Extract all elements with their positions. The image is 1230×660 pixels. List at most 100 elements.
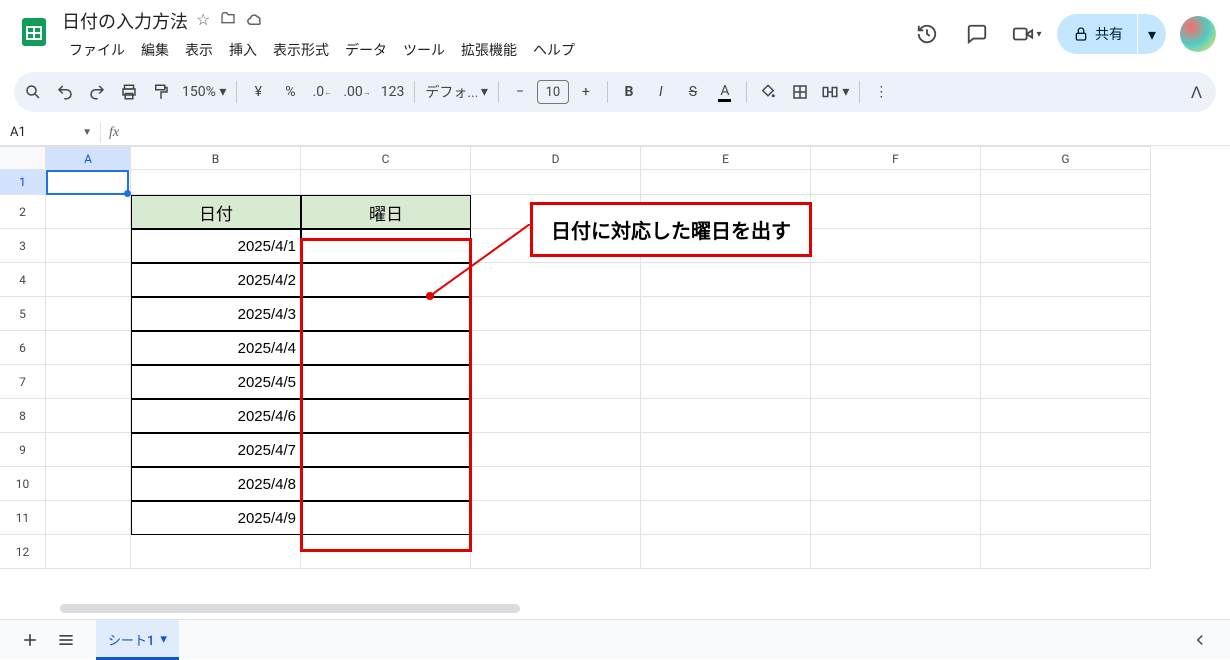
col-header-F[interactable]: F [811, 146, 981, 170]
cell[interactable] [981, 535, 1151, 569]
all-sheets-button[interactable] [48, 622, 84, 658]
cell[interactable] [981, 467, 1151, 501]
col-header-G[interactable]: G [981, 146, 1151, 170]
cell[interactable]: 2025/4/9 [131, 501, 301, 535]
cell[interactable] [46, 229, 131, 263]
cell[interactable]: 2025/4/4 [131, 331, 301, 365]
cell[interactable] [811, 467, 981, 501]
decrease-decimal-button[interactable]: .0← [307, 77, 337, 107]
row-header[interactable]: 2 [0, 195, 46, 229]
cell[interactable] [641, 263, 811, 297]
zoom-dropdown[interactable]: 150% ▾ [178, 77, 230, 107]
star-icon[interactable]: ☆ [196, 10, 210, 32]
cell[interactable] [981, 433, 1151, 467]
cell[interactable] [981, 229, 1151, 263]
merge-cells-button[interactable]: ▾ [817, 77, 854, 107]
cell[interactable] [46, 297, 131, 331]
cell[interactable] [301, 229, 471, 263]
cell[interactable] [301, 535, 471, 569]
cell[interactable]: 2025/4/7 [131, 433, 301, 467]
fill-color-button[interactable] [753, 77, 783, 107]
cell[interactable] [811, 229, 981, 263]
cell[interactable] [641, 433, 811, 467]
decrease-font-button[interactable]: − [505, 77, 535, 107]
menu-file[interactable]: ファイル [62, 36, 132, 64]
menu-view[interactable]: 表示 [178, 36, 220, 64]
cell[interactable] [811, 195, 981, 229]
cell[interactable] [471, 501, 641, 535]
comments-icon[interactable] [957, 14, 997, 54]
cell[interactable] [811, 170, 981, 195]
cell[interactable] [641, 399, 811, 433]
menu-edit[interactable]: 編集 [134, 36, 176, 64]
cell[interactable] [46, 331, 131, 365]
meet-icon[interactable]: ▾ [1007, 14, 1047, 54]
cell[interactable] [301, 365, 471, 399]
col-header-C[interactable]: C [301, 146, 471, 170]
cell[interactable] [981, 263, 1151, 297]
cell[interactable] [981, 399, 1151, 433]
cell[interactable] [471, 365, 641, 399]
add-sheet-button[interactable] [12, 622, 48, 658]
print-button[interactable] [114, 77, 144, 107]
name-box[interactable]: A1▼ [0, 125, 100, 140]
cell[interactable] [471, 331, 641, 365]
move-icon[interactable] [220, 10, 236, 32]
menu-tools[interactable]: ツール [396, 36, 452, 64]
menu-help[interactable]: ヘルプ [526, 36, 582, 64]
row-header[interactable]: 7 [0, 365, 46, 399]
row-header[interactable]: 5 [0, 297, 46, 331]
menu-insert[interactable]: 挿入 [222, 36, 264, 64]
spreadsheet-grid[interactable]: A B C D E F G 12日付曜日32025/4/142025/4/252… [0, 146, 1230, 586]
italic-button[interactable]: I [646, 77, 676, 107]
cell[interactable] [46, 433, 131, 467]
share-button[interactable]: 共有 [1057, 14, 1137, 54]
font-dropdown[interactable]: デフォ... ▾ [421, 77, 492, 107]
row-header[interactable]: 3 [0, 229, 46, 263]
cell[interactable] [301, 501, 471, 535]
row-header[interactable]: 10 [0, 467, 46, 501]
more-formats-button[interactable]: 123 [377, 77, 409, 107]
cell[interactable] [301, 331, 471, 365]
cell[interactable] [471, 263, 641, 297]
cell[interactable] [131, 535, 301, 569]
cell[interactable] [641, 467, 811, 501]
paint-format-button[interactable] [146, 77, 176, 107]
cell[interactable] [471, 535, 641, 569]
cell[interactable] [131, 170, 301, 195]
cell[interactable] [641, 535, 811, 569]
increase-decimal-button[interactable]: .00→ [339, 77, 374, 107]
cell[interactable] [46, 365, 131, 399]
collapse-toolbar-button[interactable]: ᐱ [1191, 83, 1202, 102]
cell[interactable] [471, 399, 641, 433]
account-avatar[interactable] [1180, 16, 1216, 52]
share-dropdown[interactable]: ▾ [1138, 14, 1166, 54]
row-header[interactable]: 6 [0, 331, 46, 365]
cell[interactable] [46, 170, 131, 195]
row-header[interactable]: 9 [0, 433, 46, 467]
sheet-tab-1[interactable]: シート1▾ [96, 620, 179, 660]
cell[interactable] [301, 399, 471, 433]
cell[interactable] [301, 467, 471, 501]
menu-extensions[interactable]: 拡張機能 [454, 36, 524, 64]
increase-font-button[interactable]: + [571, 77, 601, 107]
cell[interactable] [981, 297, 1151, 331]
cell[interactable] [46, 195, 131, 229]
row-header[interactable]: 1 [0, 170, 46, 195]
font-size-input[interactable]: 10 [537, 80, 569, 104]
undo-button[interactable] [50, 77, 80, 107]
cell[interactable]: 2025/4/8 [131, 467, 301, 501]
cell[interactable] [46, 535, 131, 569]
row-header[interactable]: 8 [0, 399, 46, 433]
cell[interactable] [46, 263, 131, 297]
cell[interactable]: 日付 [131, 195, 301, 229]
cell[interactable] [811, 399, 981, 433]
cell[interactable] [301, 433, 471, 467]
col-header-A[interactable]: A [46, 146, 131, 170]
cell[interactable] [811, 501, 981, 535]
cell[interactable] [811, 331, 981, 365]
cell[interactable] [641, 331, 811, 365]
cell[interactable] [811, 535, 981, 569]
cell[interactable] [301, 297, 471, 331]
cell[interactable]: 2025/4/5 [131, 365, 301, 399]
